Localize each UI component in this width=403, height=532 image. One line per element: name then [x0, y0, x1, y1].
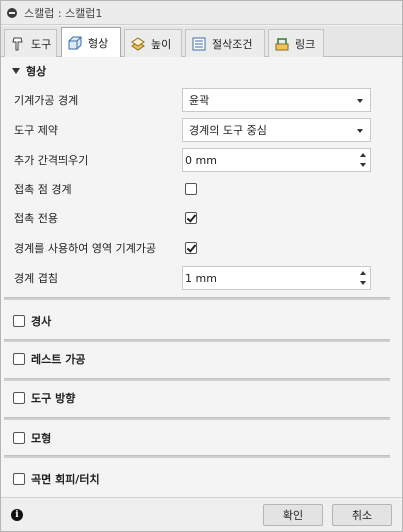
info-icon[interactable]: i	[11, 509, 23, 521]
expand-triangle-icon	[12, 68, 20, 74]
section-divider	[4, 378, 390, 381]
section-title-slope: 경사	[31, 315, 52, 328]
tab-linking[interactable]: 링크	[268, 29, 324, 57]
boundary-overlap-input[interactable]	[185, 271, 345, 285]
boundary-overlap-spinner	[359, 269, 367, 287]
spin-up-icon[interactable]	[360, 153, 366, 157]
additional-offset-field	[182, 148, 371, 172]
linking-icon	[274, 36, 290, 52]
collapse-dialog-icon[interactable]	[7, 7, 17, 18]
tab-tool-label: 도구	[31, 37, 52, 51]
dialog-footer: i 확인 취소	[1, 497, 402, 531]
geometry-icon	[67, 35, 83, 51]
heights-icon	[130, 36, 146, 52]
additional-offset-row: 추가 간격띄우기	[1, 147, 402, 173]
tab-linking-label: 링크	[295, 37, 316, 51]
section-divider	[4, 417, 390, 420]
section-divider	[4, 455, 390, 458]
tab-passes[interactable]: 절삭조건	[185, 29, 265, 57]
machining-boundary-row: 기계가공 경계 윤곽	[1, 87, 402, 113]
section-title-tool-orientation: 도구 방향	[31, 392, 76, 405]
section-header-tool-orientation[interactable]: 도구 방향	[1, 386, 402, 410]
section-title-model: 모형	[31, 432, 52, 445]
tool-containment-row: 도구 제약 경계의 도구 중심	[1, 117, 402, 143]
machining-boundary-value: 윤곽	[189, 94, 210, 107]
geometry-section-title: 형상	[26, 65, 47, 78]
boundary-overlap-label: 경계 겹침	[14, 272, 58, 285]
spin-down-icon[interactable]	[360, 281, 366, 285]
section-header-model[interactable]: 모형	[1, 426, 402, 450]
dialog-title: 스캘럽 : 스캘럽1	[24, 6, 103, 20]
additional-offset-label: 추가 간격띄우기	[14, 154, 89, 167]
dropdown-arrow-icon	[357, 129, 363, 133]
machine-using-boundary-checkbox[interactable]	[185, 242, 197, 254]
boundary-overlap-field	[182, 266, 371, 290]
tab-bar: 도구 형상 높이 절삭조건 링크	[1, 26, 402, 58]
section-checkbox-rest-machining[interactable]	[13, 353, 25, 365]
contact-point-boundary-label: 접촉 점 경계	[14, 183, 72, 196]
tab-geometry-label: 형상	[88, 37, 109, 50]
section-header-avoid-touch-surfaces[interactable]: 곡면 회피/터치	[1, 467, 402, 491]
machine-using-boundary-label: 경계를 사용하여 영역 기계가공	[14, 242, 157, 255]
section-checkbox-tool-orientation[interactable]	[13, 392, 25, 404]
section-checkbox-avoid-touch-surfaces[interactable]	[13, 473, 25, 485]
section-header-slope[interactable]: 경사	[1, 309, 402, 333]
geometry-section-header[interactable]: 형상	[1, 59, 402, 83]
tool-containment-select[interactable]: 경계의 도구 중심	[182, 118, 371, 142]
section-title-rest-machining: 레스트 가공	[31, 353, 86, 366]
spin-up-icon[interactable]	[360, 271, 366, 275]
section-divider	[4, 297, 390, 300]
scallop-dialog: 스캘럽 : 스캘럽1 도구 형상 높이 절삭조건 링크 형상 기계가공 경계 윤…	[0, 0, 403, 532]
ok-button[interactable]: 확인	[263, 504, 323, 526]
title-bar: 스캘럽 : 스캘럽1	[1, 1, 402, 25]
dropdown-arrow-icon	[357, 99, 363, 103]
contact-only-row: 접촉 전용	[1, 205, 402, 231]
passes-icon	[191, 36, 207, 52]
tab-passes-label: 절삭조건	[212, 37, 253, 51]
section-checkbox-slope[interactable]	[13, 315, 25, 327]
machine-using-boundary-row: 경계를 사용하여 영역 기계가공	[1, 235, 402, 261]
section-divider	[4, 339, 390, 342]
tab-content: 형상 기계가공 경계 윤곽 도구 제약 경계의 도구 중심 추가 간격띄우기 0…	[1, 57, 402, 497]
machining-boundary-select[interactable]: 윤곽	[182, 88, 371, 112]
boundary-overlap-row: 경계 겹침	[1, 265, 402, 291]
section-checkbox-model[interactable]	[13, 432, 25, 444]
spin-down-icon[interactable]	[360, 163, 366, 167]
section-header-rest-machining[interactable]: 레스트 가공	[1, 347, 402, 371]
section-title-avoid-touch-surfaces: 곡면 회피/터치	[31, 473, 100, 486]
contact-point-boundary-checkbox[interactable]	[185, 183, 197, 195]
tool-icon	[10, 36, 26, 52]
machining-boundary-label: 기계가공 경계	[14, 94, 79, 107]
cancel-button[interactable]: 취소	[332, 504, 392, 526]
additional-offset-input[interactable]	[185, 153, 345, 167]
contact-only-checkbox[interactable]	[185, 212, 197, 224]
tab-tool[interactable]: 도구	[4, 29, 57, 57]
tool-containment-value: 경계의 도구 중심	[189, 124, 267, 137]
tool-containment-label: 도구 제약	[14, 124, 58, 137]
tab-heights[interactable]: 높이	[124, 29, 182, 57]
tab-heights-label: 높이	[151, 37, 172, 51]
tab-geometry[interactable]: 형상	[61, 27, 121, 58]
contact-point-boundary-row: 접촉 점 경계	[1, 176, 402, 202]
additional-offset-spinner	[359, 151, 367, 169]
contact-only-label: 접촉 전용	[14, 212, 58, 225]
